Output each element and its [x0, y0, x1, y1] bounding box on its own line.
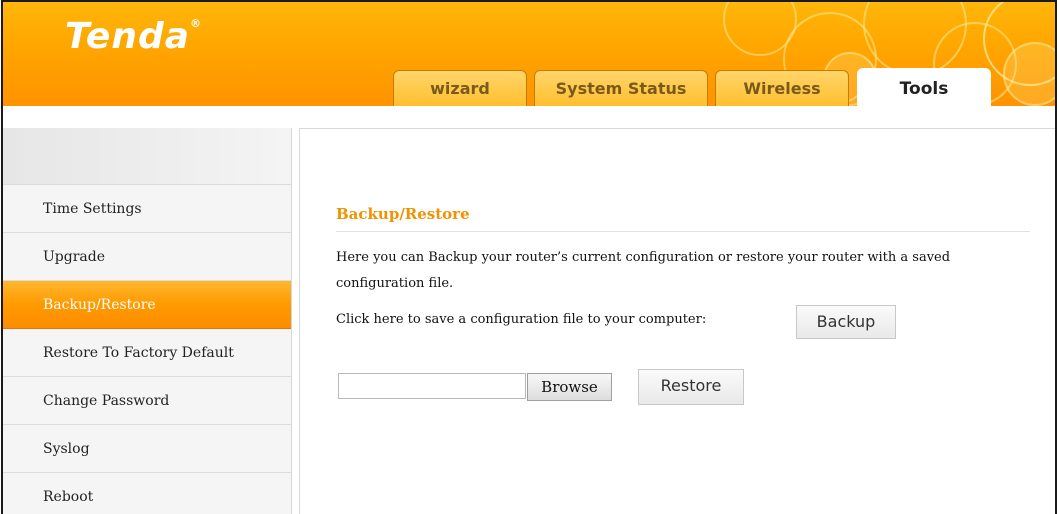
sidebar-item-backup-restore[interactable]: Backup/Restore	[3, 281, 291, 329]
sidebar-item-change-password[interactable]: Change Password	[3, 377, 291, 425]
sidebar-item-reboot[interactable]: Reboot	[3, 473, 291, 514]
main-content: Backup/Restore Here you can Backup your …	[299, 128, 1055, 514]
page-title: Backup/Restore	[336, 205, 470, 223]
sidebar-item-syslog[interactable]: Syslog	[3, 425, 291, 473]
sidebar-header	[3, 128, 291, 185]
tenda-logo: Tenda®	[65, 16, 202, 57]
tab-tools[interactable]: Tools	[857, 68, 991, 106]
decorative-bubble	[1003, 42, 1055, 106]
header-banner: Tenda® wizard System Status Wireless Too…	[3, 2, 1055, 106]
logo-text: Tenda	[65, 16, 191, 57]
title-divider	[336, 231, 1030, 232]
tab-system-status[interactable]: System Status	[534, 70, 708, 106]
tab-wireless[interactable]: Wireless	[715, 70, 849, 106]
browse-button[interactable]: Browse	[527, 373, 612, 401]
backup-button[interactable]: Backup	[796, 305, 896, 339]
sidebar-item-upgrade[interactable]: Upgrade	[3, 233, 291, 281]
header-spacer	[3, 106, 1055, 128]
restore-button[interactable]: Restore	[638, 369, 744, 405]
sidebar-item-time-settings[interactable]: Time Settings	[3, 185, 291, 233]
sidebar: Time Settings Upgrade Backup/Restore Res…	[3, 128, 292, 514]
router-admin-window: Tenda® wizard System Status Wireless Too…	[1, 0, 1057, 514]
backup-prompt: Click here to save a configuration file …	[336, 312, 707, 327]
sidebar-item-restore-factory-default[interactable]: Restore To Factory Default	[3, 329, 291, 377]
tab-wizard[interactable]: wizard	[393, 70, 527, 106]
registered-mark: ®	[190, 17, 203, 30]
config-file-input[interactable]	[338, 373, 526, 399]
backup-restore-description: Here you can Backup your router’s curren…	[336, 250, 951, 291]
